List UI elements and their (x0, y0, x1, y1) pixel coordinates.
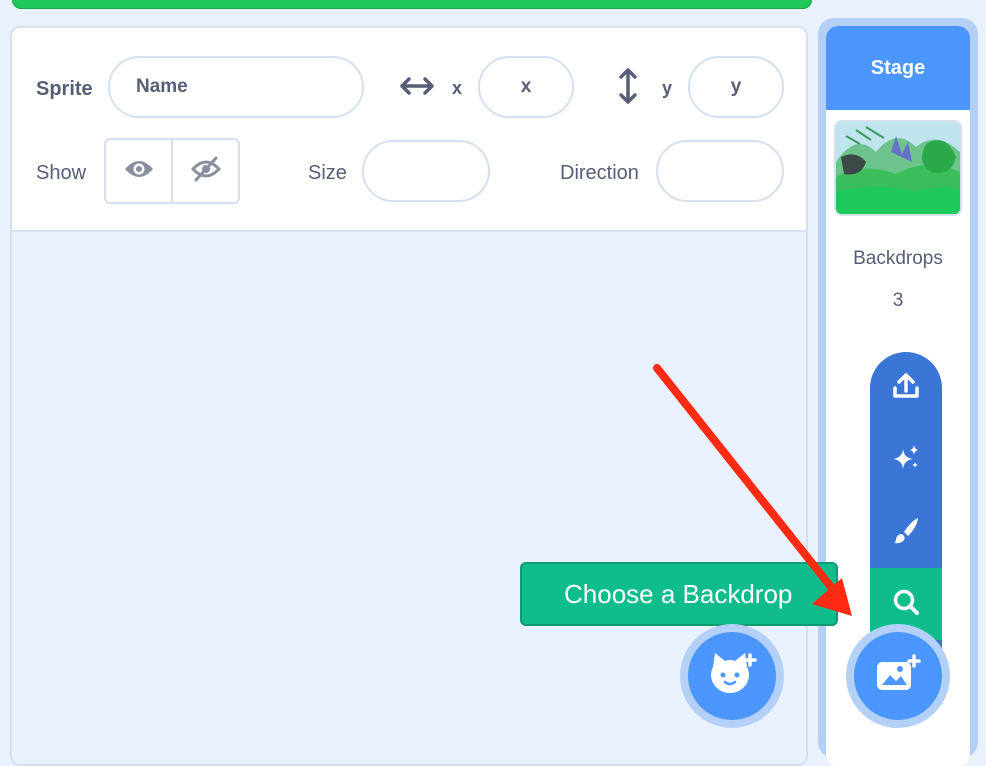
size-input[interactable] (362, 140, 490, 202)
stage-header: Stage (826, 26, 970, 110)
direction-label: Direction (560, 162, 639, 184)
y-placeholder: y (730, 76, 742, 97)
sprite-info-bar: Sprite Name x x y y Show Size Direction (12, 28, 806, 232)
upload-icon (891, 371, 921, 406)
y-position-input[interactable]: y (688, 56, 784, 118)
tooltip-label: Choose a Backdrop (564, 578, 793, 609)
backdrops-label: Backdrops (853, 248, 943, 269)
paint-brush-icon (891, 515, 921, 550)
backdrop-plus-icon (875, 653, 921, 699)
sprite-name-placeholder: Name (136, 76, 188, 97)
y-label: y (662, 78, 673, 98)
choose-backdrop-fab[interactable] (854, 632, 942, 720)
surprise-backdrop-button[interactable] (870, 424, 942, 496)
top-grass-strip (12, 0, 812, 9)
sprite-name-input[interactable]: Name (108, 56, 364, 118)
tooltip-pointer (829, 585, 839, 605)
direction-input[interactable] (656, 140, 784, 202)
upload-backdrop-button[interactable] (870, 352, 942, 424)
eye-icon (124, 159, 154, 184)
backdrop-fab-ring (846, 624, 950, 728)
eye-slash-icon (190, 155, 221, 188)
visibility-toggle (104, 138, 240, 204)
surprise-icon (891, 443, 921, 478)
backdrops-count: 3 (892, 290, 904, 311)
cat-plus-icon (707, 651, 757, 702)
vertical-arrows-icon (616, 68, 640, 109)
stage-backdrop-thumbnail[interactable] (834, 120, 962, 216)
hide-sprite-button[interactable] (171, 140, 238, 202)
stage-title: Stage (870, 56, 926, 79)
show-sprite-button[interactable] (106, 140, 171, 202)
sprite-fab-ring (680, 624, 784, 728)
size-label: Size (308, 162, 347, 184)
x-placeholder: x (520, 76, 532, 97)
choose-backdrop-tooltip: Choose a Backdrop (520, 562, 838, 626)
sprite-label: Sprite (36, 78, 93, 100)
search-icon (891, 587, 921, 622)
x-position-input[interactable]: x (478, 56, 574, 118)
x-label: x (452, 78, 463, 98)
choose-sprite-button[interactable] (688, 632, 776, 720)
show-label: Show (36, 162, 87, 184)
paint-backdrop-button[interactable] (870, 496, 942, 568)
horizontal-arrows-icon (400, 74, 434, 103)
